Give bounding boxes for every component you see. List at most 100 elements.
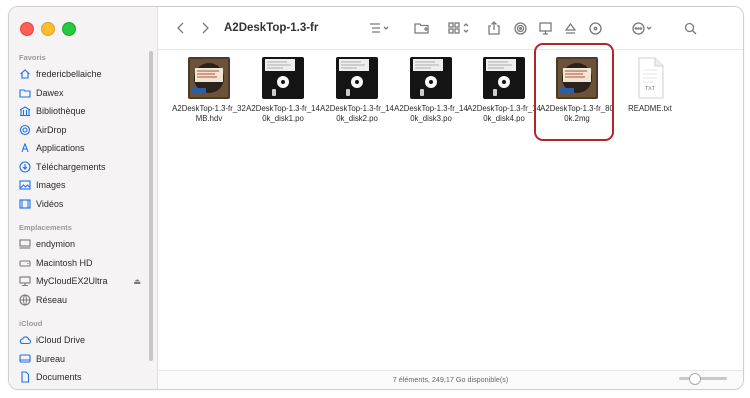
display-button[interactable] xyxy=(539,21,553,35)
radiation-icon xyxy=(589,21,603,35)
back-button[interactable] xyxy=(176,22,186,34)
sidebar-item-label: fredericbellaiche xyxy=(36,69,102,80)
chevron-left-icon xyxy=(177,22,184,34)
file-item[interactable]: A2DeskTop-1.3-fr_140k_disk4.po xyxy=(467,56,541,124)
sidebar-item[interactable]: Documents xyxy=(9,368,157,387)
new-folder-button[interactable] xyxy=(414,22,430,34)
file-item[interactable]: TXT README.txt xyxy=(613,56,687,114)
sidebar-item-label: Bibliothèque xyxy=(36,106,86,117)
burn-button[interactable] xyxy=(589,21,603,35)
file-item[interactable]: A2DeskTop-1.3-fr_140k_disk1.po xyxy=(246,56,320,124)
sidebar-item-label: Applications xyxy=(36,143,85,154)
sidebar-item-label: AirDrop xyxy=(36,124,67,135)
forward-button[interactable] xyxy=(200,22,210,34)
minimize-button[interactable] xyxy=(41,22,55,36)
share-button[interactable] xyxy=(488,21,501,35)
file-item[interactable]: A2DeskTop-1.3-fr_140k_disk2.po xyxy=(320,56,394,124)
sidebar-item[interactable]: Bibliothèque xyxy=(9,102,157,121)
sidebar-item-label: Macintosh HD xyxy=(36,257,93,268)
finder-window: Favoris fredericbellaiche Dawex Bibliothèqu… xyxy=(8,6,744,390)
sidebar-item-label: Réseau xyxy=(36,294,68,305)
share-icon xyxy=(488,21,501,35)
video-icon xyxy=(19,198,31,210)
eject-icon[interactable]: ⏏ xyxy=(133,277,141,286)
sidebar: Favoris fredericbellaiche Dawex Bibliothèqu… xyxy=(9,7,158,389)
status-text: 7 éléments, 249,17 Go disponible(s) xyxy=(392,375,509,384)
applications-icon xyxy=(19,142,31,154)
network-icon xyxy=(19,294,31,306)
floppy-disk-icon xyxy=(334,56,380,100)
sidebar-section-header: Favoris xyxy=(19,53,46,62)
airdrop-icon xyxy=(514,21,528,35)
network-drive-icon xyxy=(19,275,31,287)
sidebar-item-label: Dawex xyxy=(36,87,64,98)
sidebar-item[interactable]: Applications xyxy=(9,139,157,158)
ellipsis-circle-icon xyxy=(632,21,652,35)
sidebar-item-label: iCloud Drive xyxy=(36,335,86,346)
sidebar-section-header: Emplacements xyxy=(19,223,72,232)
floppy-disk-icon xyxy=(408,56,454,100)
document-icon xyxy=(19,371,31,383)
file-name: A2DeskTop-1.3-fr_32MB.hdv xyxy=(172,104,246,123)
sidebar-item-label: MyCloudEX2Ultra xyxy=(36,276,108,287)
images-icon xyxy=(19,179,31,191)
file-name: A2DeskTop-1.3-fr_140k_disk2.po xyxy=(320,104,394,123)
sidebar-item[interactable]: iCloud Drive xyxy=(9,331,157,350)
sidebar-item-label: Documents xyxy=(36,372,82,383)
sidebar-item[interactable]: Dawex xyxy=(9,84,157,103)
eject-icon xyxy=(565,22,577,34)
home-icon xyxy=(19,68,31,80)
cloud-icon xyxy=(19,334,31,346)
download-icon xyxy=(19,161,31,173)
airdrop-icon xyxy=(19,124,31,136)
close-button[interactable] xyxy=(20,22,34,36)
grid-view-button[interactable] xyxy=(448,22,470,34)
more-button[interactable] xyxy=(632,21,654,35)
window-controls xyxy=(20,22,76,36)
sidebar-scrollbar[interactable] xyxy=(149,51,153,361)
sidebar-item[interactable]: Images xyxy=(9,176,157,195)
sidebar-item-label: Téléchargements xyxy=(36,161,106,172)
sidebar-item[interactable]: Bureau xyxy=(9,350,157,369)
desktop-icon xyxy=(19,353,31,365)
file-name: README.txt xyxy=(628,104,672,113)
sidebar-item[interactable]: fredericbellaiche xyxy=(9,65,157,84)
icon-size-slider[interactable] xyxy=(679,373,727,385)
airdrop-button[interactable] xyxy=(514,21,528,35)
file-name: A2DeskTop-1.3-fr_140k_disk3.po xyxy=(394,104,468,123)
status-bar: 7 éléments, 249,17 Go disponible(s) xyxy=(158,370,743,389)
sidebar-item[interactable]: Macintosh HD xyxy=(9,254,157,273)
view-list-button[interactable] xyxy=(368,22,390,34)
sidebar-item-label: endymion xyxy=(36,239,76,250)
sidebar-item-label: Vidéos xyxy=(36,198,64,209)
eject-toolbar-button[interactable] xyxy=(564,22,577,35)
file-name: A2DeskTop-1.3-fr_140k_disk1.po xyxy=(246,104,320,123)
zoom-button[interactable] xyxy=(62,22,76,36)
library-icon xyxy=(19,105,31,117)
sidebar-item-label: Bureau xyxy=(36,353,66,364)
file-type-badge: TXT xyxy=(644,86,656,92)
file-item[interactable]: A2DeskTop-1.3-fr_32MB.hdv xyxy=(172,56,246,124)
slider-knob[interactable] xyxy=(689,373,701,385)
sidebar-item[interactable]: endymion xyxy=(9,235,157,254)
text-file-icon: TXT xyxy=(627,56,673,100)
file-item[interactable]: A2DeskTop-1.3-fr_140k_disk3.po xyxy=(394,56,468,124)
sidebar-list: Favoris fredericbellaiche Dawex Bibliothèqu… xyxy=(9,47,157,387)
disk-icon xyxy=(19,257,31,269)
sidebar-item[interactable]: Réseau xyxy=(9,291,157,310)
chevron-right-icon xyxy=(202,22,209,34)
search-button[interactable] xyxy=(684,22,697,35)
folder-plus-icon xyxy=(414,23,430,34)
floppy-disk-icon xyxy=(260,56,306,100)
computer-icon xyxy=(19,238,31,250)
disk-image-icon xyxy=(186,56,232,100)
toolbar: A2DeskTop-1.3-fr xyxy=(158,7,743,50)
sidebar-item[interactable]: Vidéos xyxy=(9,195,157,214)
sidebar-item[interactable]: Téléchargements xyxy=(9,158,157,177)
highlight-box xyxy=(534,43,614,141)
sidebar-section-header: iCloud xyxy=(19,319,43,328)
sidebar-item[interactable]: MyCloudEX2Ultra ⏏ xyxy=(9,272,157,291)
search-icon xyxy=(685,22,697,34)
sidebar-item[interactable]: AirDrop xyxy=(9,121,157,140)
window-title: A2DeskTop-1.3-fr xyxy=(224,22,319,34)
